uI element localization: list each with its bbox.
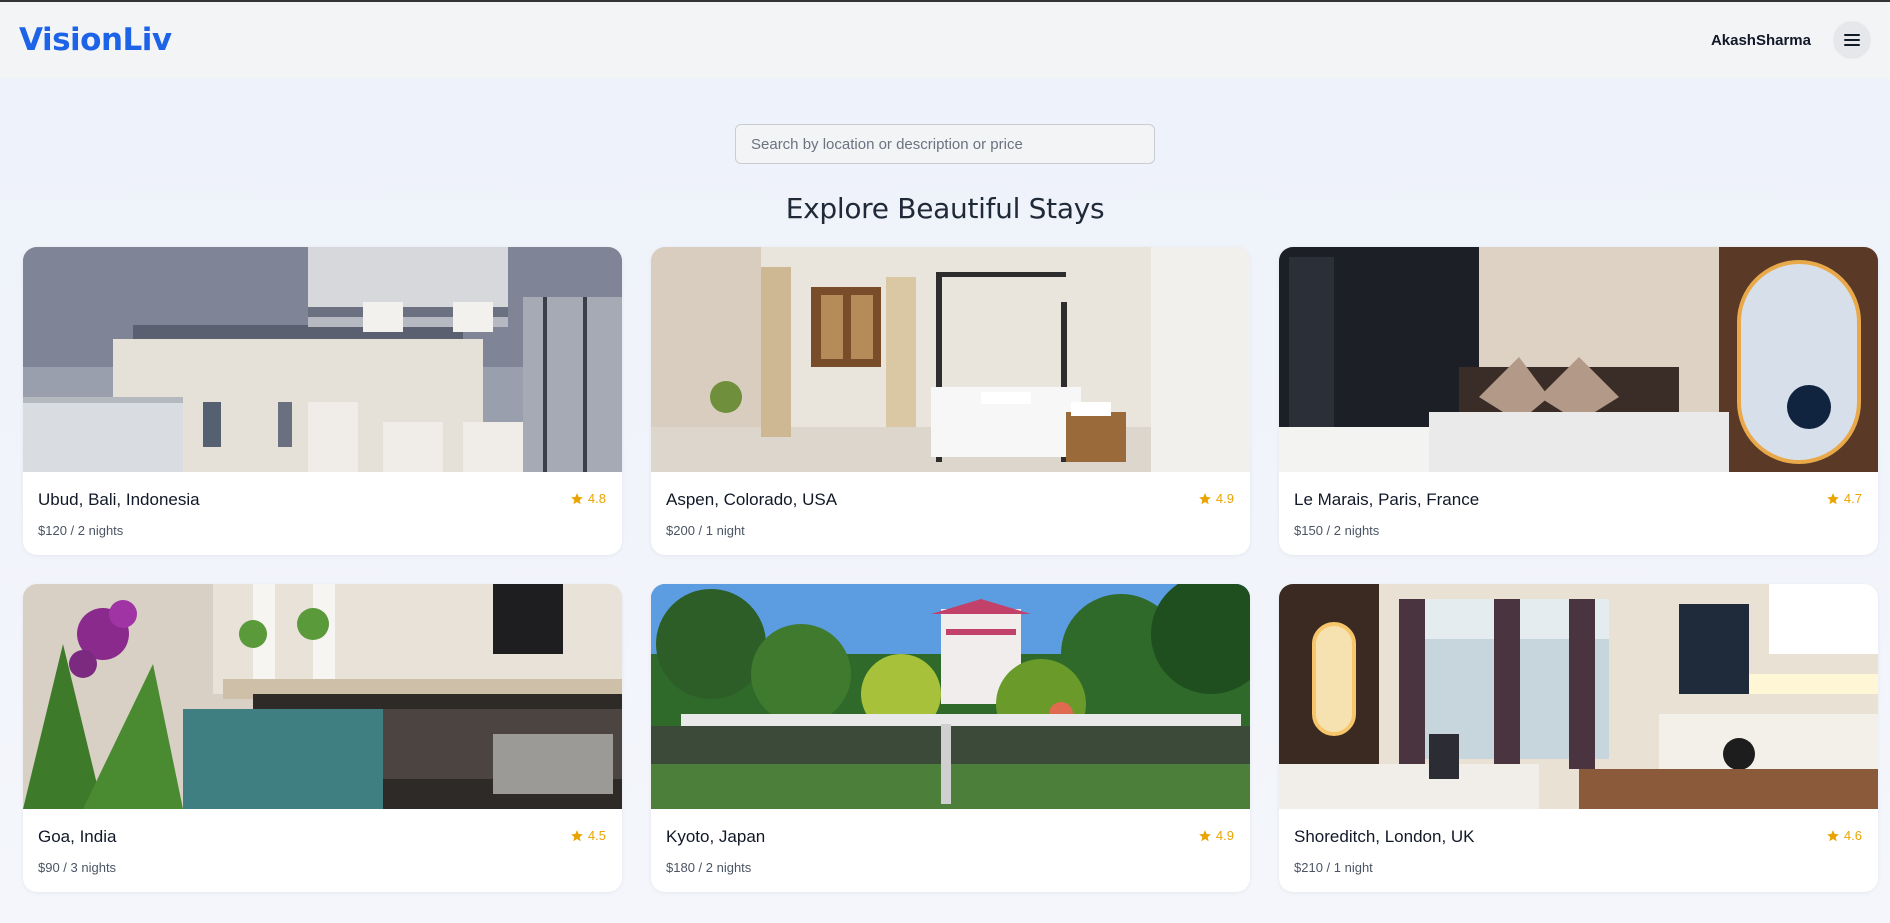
listing-info: Ubud, Bali, Indonesia $120 / 2 nights 4.… <box>23 472 622 538</box>
listing-card[interactable]: Le Marais, Paris, France $150 / 2 nights… <box>1279 247 1878 555</box>
listing-card[interactable]: Kyoto, Japan $180 / 2 nights 4.9 <box>651 584 1250 892</box>
listing-price: $180 / 2 nights <box>666 860 752 875</box>
listing-image <box>651 247 1250 472</box>
rating-value: 4.5 <box>587 828 606 843</box>
page-title: Explore Beautiful Stays <box>785 192 1105 225</box>
listing-image <box>1279 247 1878 472</box>
listing-rating: 4.9 <box>1198 828 1234 843</box>
star-icon <box>1827 492 1839 504</box>
star-icon <box>1827 829 1839 841</box>
star-icon <box>571 829 583 841</box>
rating-value: 4.9 <box>1215 491 1234 506</box>
listing-price: $90 / 3 nights <box>38 860 117 875</box>
star-icon <box>1199 829 1211 841</box>
search-bar <box>0 78 1890 164</box>
listing-location: Shoreditch, London, UK <box>1294 827 1475 846</box>
rating-value: 4.7 <box>1843 491 1862 506</box>
star-icon <box>1199 492 1211 504</box>
username[interactable]: AkashSharma <box>1711 32 1811 49</box>
listing-price: $200 / 1 night <box>666 523 745 538</box>
listing-location: Ubud, Bali, Indonesia <box>38 490 200 509</box>
listing-rating: 4.8 <box>570 491 606 506</box>
rating-value: 4.6 <box>1843 828 1862 843</box>
brand-logo[interactable]: VisionLiv <box>19 22 172 58</box>
listing-location: Aspen, Colorado, USA <box>666 490 838 509</box>
listing-card[interactable]: Ubud, Bali, Indonesia $120 / 2 nights 4.… <box>23 247 622 555</box>
user-area: AkashSharma <box>1711 21 1871 59</box>
listing-rating: 4.9 <box>1198 491 1234 506</box>
listing-card[interactable]: Goa, India $90 / 3 nights 4.5 <box>23 584 622 892</box>
main-content: Explore Beautiful Stays <box>0 78 1890 923</box>
listing-image <box>23 247 622 472</box>
rating-value: 4.9 <box>1215 828 1234 843</box>
hamburger-icon <box>1844 31 1860 49</box>
listing-image <box>23 584 622 809</box>
listing-card[interactable]: Shoreditch, London, UK $210 / 1 night 4.… <box>1279 584 1878 892</box>
listing-info: Aspen, Colorado, USA $200 / 1 night 4.9 <box>651 472 1250 538</box>
listing-rating: 4.6 <box>1826 828 1862 843</box>
listing-card[interactable]: Aspen, Colorado, USA $200 / 1 night 4.9 <box>651 247 1250 555</box>
listing-info: Kyoto, Japan $180 / 2 nights 4.9 <box>651 809 1250 875</box>
listing-image <box>651 584 1250 809</box>
listing-price: $210 / 1 night <box>1294 860 1373 875</box>
listing-price: $150 / 2 nights <box>1294 523 1380 538</box>
listings-grid: Ubud, Bali, Indonesia $120 / 2 nights 4.… <box>0 247 1890 892</box>
listing-image <box>1279 584 1878 809</box>
listing-location: Kyoto, Japan <box>666 827 766 846</box>
listing-price: $120 / 2 nights <box>38 523 124 538</box>
listing-info: Goa, India $90 / 3 nights 4.5 <box>23 809 622 875</box>
listing-info: Le Marais, Paris, France $150 / 2 nights… <box>1279 472 1878 538</box>
listing-location: Le Marais, Paris, France <box>1294 490 1480 509</box>
listing-rating: 4.5 <box>570 828 606 843</box>
top-navbar: VisionLiv AkashSharma <box>0 2 1890 78</box>
menu-button[interactable] <box>1833 21 1871 59</box>
star-icon <box>571 492 583 504</box>
listing-location: Goa, India <box>38 827 117 846</box>
rating-value: 4.8 <box>587 491 606 506</box>
listing-rating: 4.7 <box>1826 491 1862 506</box>
search-input[interactable] <box>735 124 1155 164</box>
listing-info: Shoreditch, London, UK $210 / 1 night 4.… <box>1279 809 1878 875</box>
